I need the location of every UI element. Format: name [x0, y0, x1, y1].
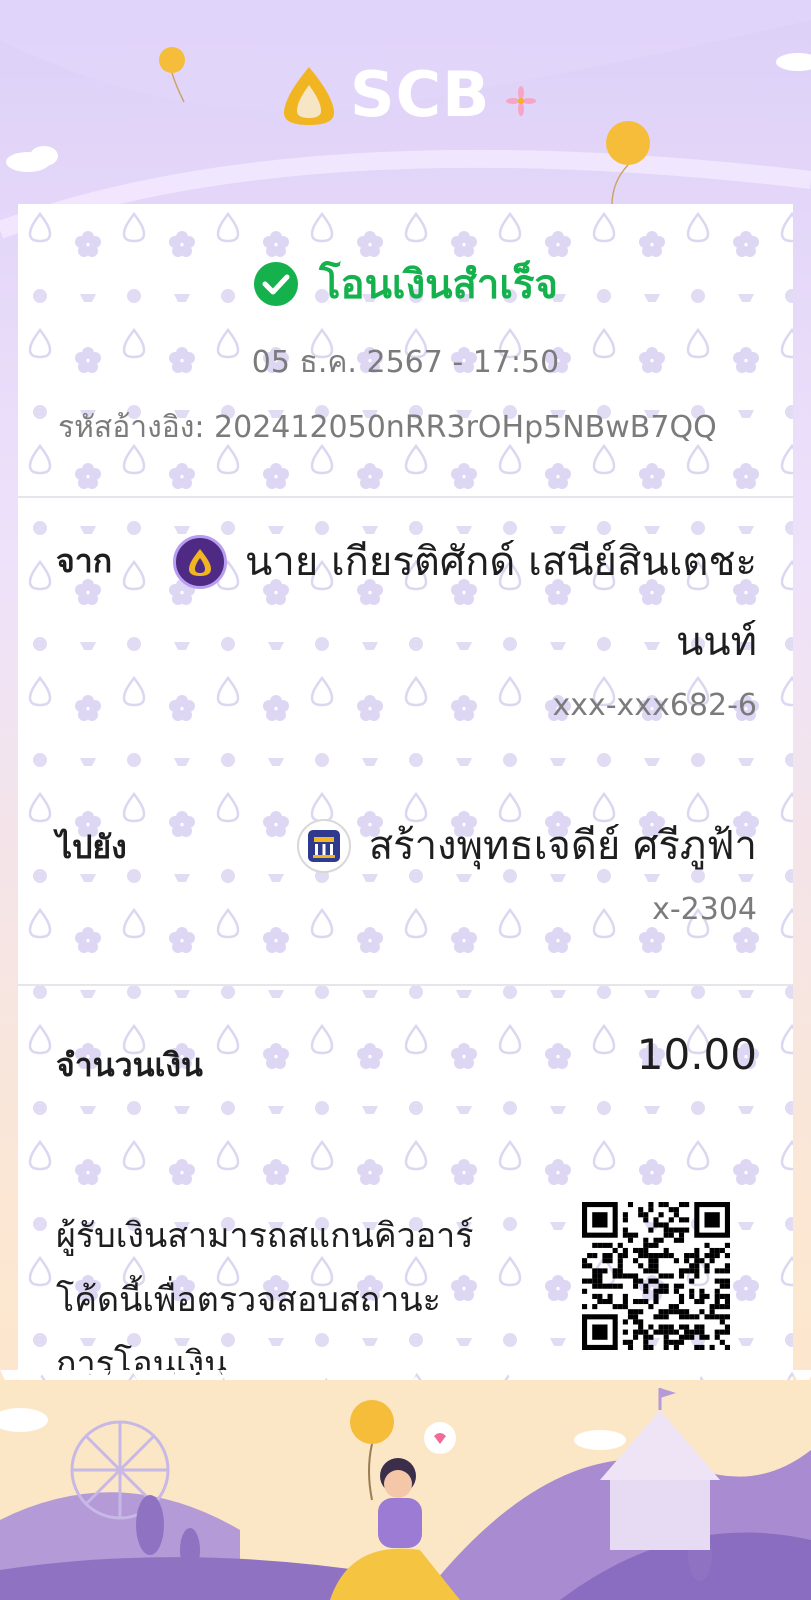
divider — [18, 984, 793, 986]
from-account: xxx-xxx682-6 — [552, 688, 757, 723]
qr-text-line2: โค้ดนี้เพื่อตรวจสอบสถานะ — [56, 1280, 441, 1320]
transaction-datetime: 05 ธ.ค. 2567 - 17:50 — [251, 345, 560, 380]
scb-bank-icon — [173, 535, 228, 589]
festival-illustration — [0, 1380, 811, 1600]
to-name: สร้างพุทธเจดีย์ ศรีภูฟ้า — [368, 823, 757, 869]
transfer-receipt-card: โอนเงินสำเร็จ 05 ธ.ค. 2567 - 17:50 รหัสอ… — [18, 204, 793, 1384]
from-name-line1: นาย เกียรติศักด์ เสนีย์สินเตชะ — [245, 539, 757, 585]
brand-name: SCB — [350, 58, 491, 131]
reference-number: รหัสอ้างอิง: 202412050nRR3rOHp5NBwB7QQ — [58, 410, 717, 445]
amount-label: จำนวนเงิน — [56, 1046, 203, 1084]
scb-lotus-icon — [283, 66, 335, 125]
to-party: สร้างพุทธเจดีย์ ศรีภูฟ้า x-2304 — [296, 806, 757, 927]
gsb-bank-icon — [296, 819, 351, 873]
amount-value: 10.00 — [636, 1030, 757, 1079]
qr-text-line1: ผู้รับเงินสามารถสแกนคิวอาร์ — [56, 1216, 474, 1256]
scb-logo: SCB — [278, 58, 536, 131]
sparkle-icon — [506, 86, 536, 116]
status-text: โอนเงินสำเร็จ — [319, 262, 558, 308]
to-label: ไปยัง — [56, 828, 127, 866]
qr-description: ผู้รับเงินสามารถสแกนคิวอาร์ โค้ดนี้เพื่อ… — [56, 1204, 536, 1384]
from-name-line2: นนท์ — [675, 619, 757, 665]
verification-qr-code[interactable] — [582, 1202, 730, 1350]
from-party: นาย เกียรติศักด์ เสนีย์สินเตชะ นนท์ xxx-… — [173, 522, 757, 723]
to-account: x-2304 — [652, 892, 757, 927]
divider — [18, 496, 793, 498]
transfer-status: โอนเงินสำเร็จ — [18, 252, 793, 316]
from-label: จาก — [56, 542, 113, 580]
check-circle-icon — [254, 262, 299, 306]
